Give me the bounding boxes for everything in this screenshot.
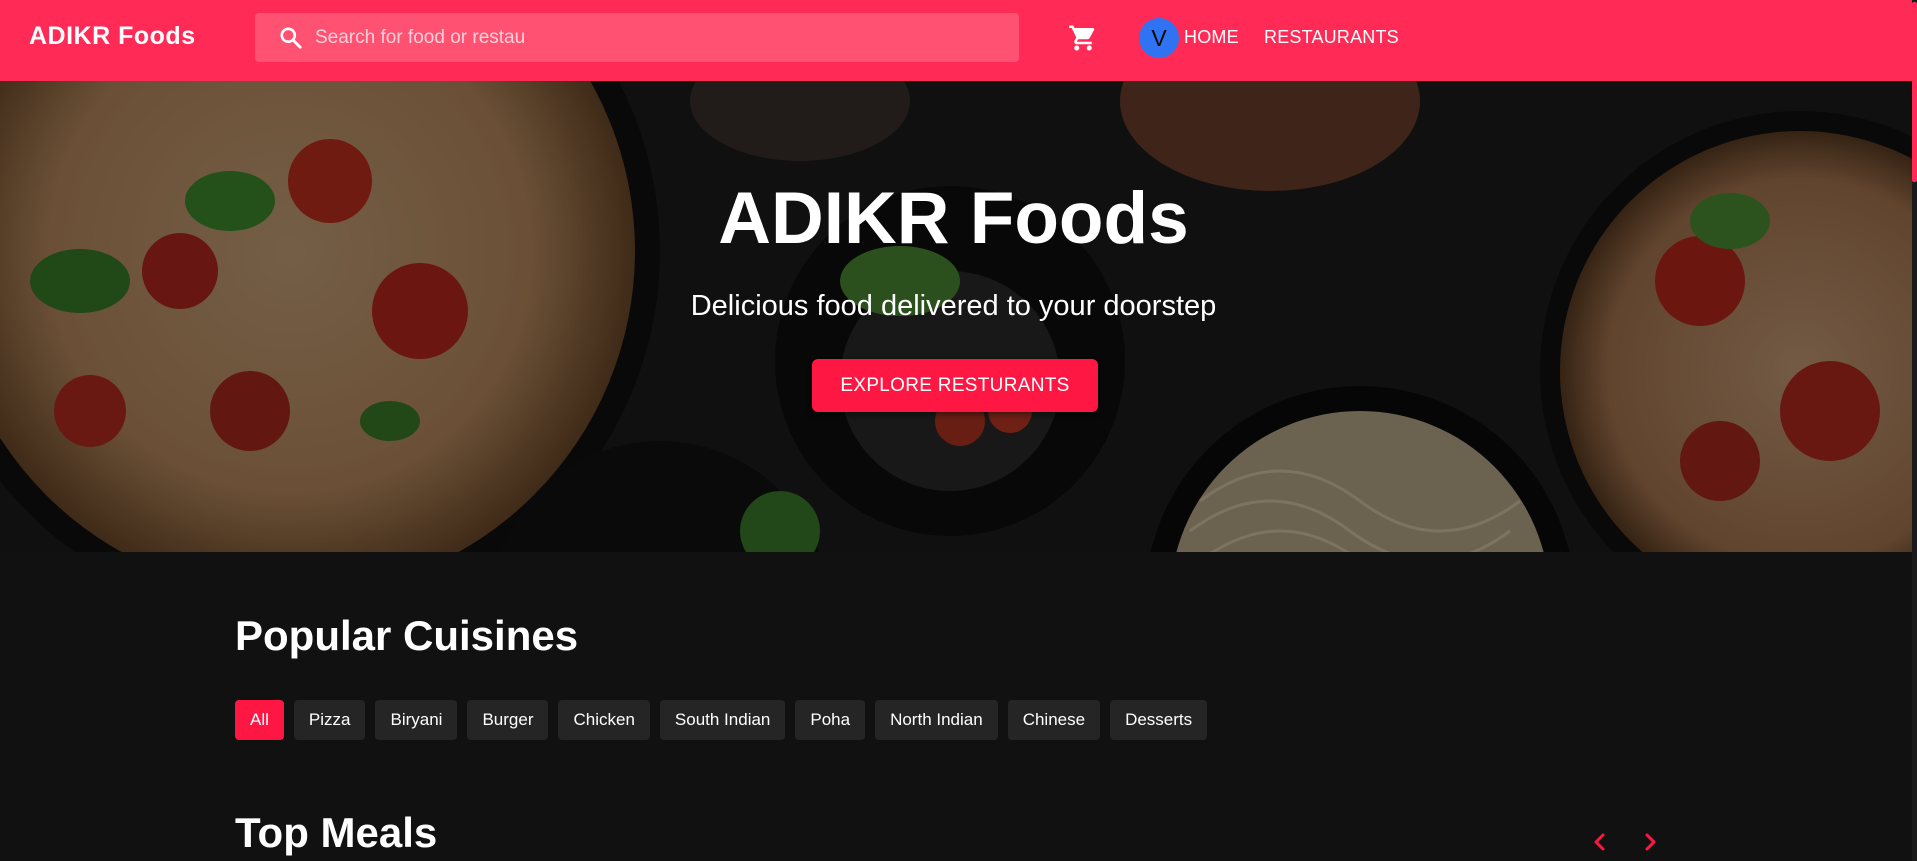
cuisine-chip-desserts[interactable]: Desserts [1110,700,1208,740]
cart-icon[interactable] [1068,23,1098,53]
scrollbar-thumb[interactable] [1912,2,1917,182]
nav-home-link[interactable]: HOME [1184,27,1239,48]
cuisine-chip-pizza[interactable]: Pizza [293,700,366,740]
cuisine-chip-chicken[interactable]: Chicken [558,700,650,740]
cuisine-chip-burger[interactable]: Burger [467,700,549,740]
chevron-left-icon[interactable] [1588,830,1612,854]
cuisine-chip-chinese[interactable]: Chinese [1007,700,1101,740]
brand-logo[interactable]: ADIKR Foods [29,22,196,51]
cuisine-filter-chips: All Pizza Biryani Burger Chicken South I… [235,700,1208,740]
hero-title: ADIKR Foods [718,178,1189,259]
cuisine-chip-south-indian[interactable]: South Indian [659,700,786,740]
cuisine-chip-biryani[interactable]: Biryani [375,700,458,740]
chevron-right-icon[interactable] [1638,830,1662,854]
hero-banner: ADIKR Foods Delicious food delivered to … [0,81,1912,552]
user-avatar[interactable]: V [1139,18,1179,58]
top-meals-heading: Top Meals [235,809,438,856]
cuisine-chip-north-indian[interactable]: North Indian [875,700,998,740]
cuisine-chip-all[interactable]: All [235,700,284,740]
hero-subtitle: Delicious food delivered to your doorste… [690,290,1217,322]
explore-restaurants-button[interactable]: EXPLORE RESTURANTS [812,359,1098,412]
top-navbar: ADIKR Foods V HOME RESTAURANTS [0,0,1912,81]
search-input[interactable] [315,23,595,53]
search-icon [280,27,302,49]
cuisine-chip-poha[interactable]: Poha [795,700,866,740]
popular-cuisines-heading: Popular Cuisines [235,612,579,659]
search-bar[interactable] [255,13,1019,62]
nav-restaurants-link[interactable]: RESTAURANTS [1264,27,1399,48]
page-scrollbar[interactable] [1912,0,1917,861]
